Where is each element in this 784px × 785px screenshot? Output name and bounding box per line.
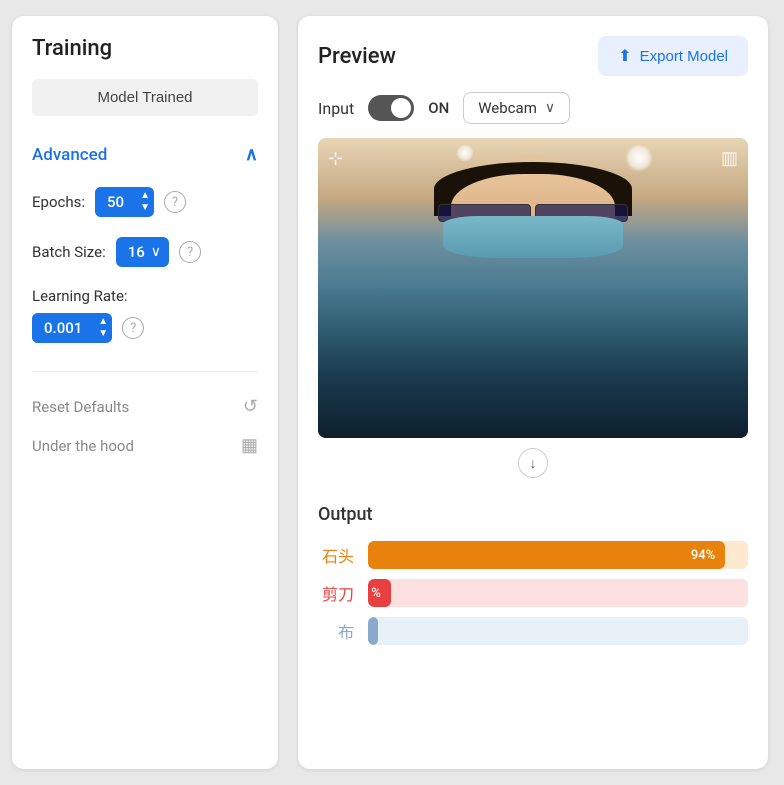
advanced-header[interactable]: Advanced ∧: [32, 144, 258, 165]
output-title: Output: [318, 504, 748, 525]
epochs-up-arrow[interactable]: ▲: [140, 190, 150, 202]
under-hood-row[interactable]: Under the hood ▦: [32, 425, 258, 456]
lr-up-arrow[interactable]: ▲: [98, 316, 108, 328]
scroll-arrow-icon: ↓: [530, 455, 537, 472]
epochs-help-icon[interactable]: ?: [164, 191, 186, 213]
output-label-1: 石头: [318, 543, 354, 567]
output-row-2: 剪刀 %: [318, 579, 748, 607]
reset-defaults-row[interactable]: Reset Defaults ↺: [32, 388, 258, 425]
preview-title: Preview: [318, 44, 396, 69]
learning-rate-section: Learning Rate: 0.001 ▲ ▼ ?: [32, 287, 258, 343]
progress-value-1: 94%: [691, 548, 715, 563]
left-panel: Training Model Trained Advanced ∧ Epochs…: [0, 0, 290, 785]
webcam-dropdown[interactable]: Webcam ∨: [463, 92, 570, 124]
reset-icon: ↺: [243, 396, 258, 417]
progress-bar-bg-2: %: [368, 579, 748, 607]
output-section: Output 石头 94% 剪刀 %: [318, 488, 748, 671]
export-model-button[interactable]: ⬆ Export Model: [598, 36, 748, 76]
epochs-spinner[interactable]: 50 ▲ ▼: [95, 187, 154, 217]
output-row-1: 石头 94%: [318, 541, 748, 569]
input-label: Input: [318, 99, 354, 118]
batch-help-icon[interactable]: ?: [179, 241, 201, 263]
epochs-row: Epochs: 50 ▲ ▼ ?: [32, 187, 258, 217]
batch-chevron-icon: ∨: [151, 244, 161, 260]
training-card: Training Model Trained Advanced ∧ Epochs…: [12, 16, 278, 769]
camera-view: ⊹ ▥: [318, 138, 748, 438]
output-row-3: 布: [318, 617, 748, 645]
output-label-2: 剪刀: [318, 581, 354, 605]
preview-card: Preview ⬆ Export Model Input ON Webcam ∨: [298, 16, 768, 769]
preview-header: Preview ⬆ Export Model: [318, 36, 748, 76]
lr-help-icon[interactable]: ?: [122, 317, 144, 339]
learning-rate-spinner[interactable]: 0.001 ▲ ▼: [32, 313, 112, 343]
progress-bar-fill-3: [368, 617, 378, 645]
webcam-label: Webcam: [478, 99, 537, 117]
epochs-value: 50: [95, 187, 136, 217]
progress-value-2: %: [371, 586, 381, 601]
lr-down-arrow[interactable]: ▼: [98, 328, 108, 340]
progress-bar-bg-1: 94%: [368, 541, 748, 569]
learning-rate-input-row: 0.001 ▲ ▼ ?: [32, 313, 258, 343]
input-toggle[interactable]: [368, 95, 414, 121]
scroll-down-button[interactable]: ↓: [318, 438, 748, 488]
training-title: Training: [32, 36, 258, 61]
epochs-down-arrow[interactable]: ▼: [140, 202, 150, 214]
divider: [32, 371, 258, 372]
camera-person: [318, 138, 748, 438]
epochs-label: Epochs:: [32, 193, 85, 211]
right-panel: Preview ⬆ Export Model Input ON Webcam ∨: [290, 0, 784, 785]
advanced-label: Advanced: [32, 145, 107, 165]
progress-bar-fill-2: %: [368, 579, 391, 607]
compare-icon[interactable]: ▥: [721, 148, 738, 169]
batch-size-dropdown[interactable]: 16 ∨: [116, 237, 169, 267]
under-hood-label: Under the hood: [32, 437, 134, 455]
light-spot-1: [456, 144, 474, 162]
toggle-state-label: ON: [428, 99, 449, 117]
epochs-arrows[interactable]: ▲ ▼: [136, 188, 154, 216]
export-icon: ⬆: [618, 46, 631, 66]
webcam-chevron-icon: ∨: [545, 100, 555, 116]
crop-icon[interactable]: ⊹: [328, 148, 343, 169]
lr-arrows[interactable]: ▲ ▼: [94, 314, 112, 342]
progress-bar-fill-1: 94%: [368, 541, 725, 569]
output-label-3: 布: [318, 619, 354, 643]
under-hood-icon: ▦: [241, 435, 258, 456]
person-mask: [443, 216, 624, 258]
batch-size-label: Batch Size:: [32, 243, 106, 261]
learning-rate-label: Learning Rate:: [32, 287, 258, 305]
progress-bar-bg-3: [368, 617, 748, 645]
batch-size-value: 16: [128, 243, 145, 261]
input-row: Input ON Webcam ∨: [318, 92, 748, 124]
batch-size-row: Batch Size: 16 ∨ ?: [32, 237, 258, 267]
model-trained-button[interactable]: Model Trained: [32, 79, 258, 116]
export-btn-label: Export Model: [640, 48, 728, 65]
scroll-down-arrow[interactable]: ↓: [518, 448, 548, 478]
reset-defaults-label: Reset Defaults: [32, 398, 129, 416]
learning-rate-value: 0.001: [32, 313, 94, 343]
advanced-chevron-icon: ∧: [245, 144, 258, 165]
toggle-thumb: [391, 98, 411, 118]
